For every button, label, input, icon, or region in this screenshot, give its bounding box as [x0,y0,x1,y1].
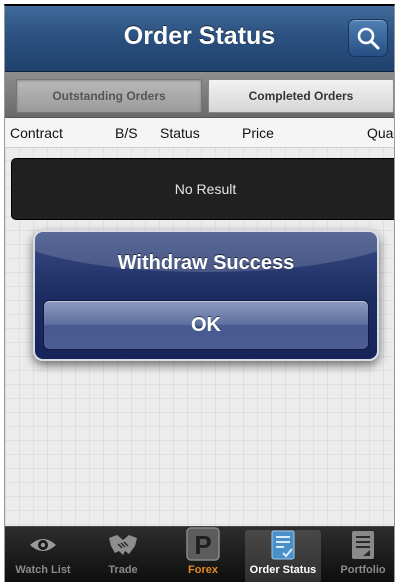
svg-text:P: P [194,530,211,560]
eye-icon [30,539,56,551]
tabbar-label: Portfolio [340,564,386,576]
app-screen: Order Status Outstanding Orders Complete… [4,4,395,582]
navigation-bar: Order Status [5,6,394,72]
alert-title: Withdraw Success [117,252,295,274]
alert-dialog: Withdraw Success OK [33,230,379,361]
column-header-row: Contract B/S Status Price Quar [5,118,394,148]
column-header-bs: B/S [115,125,138,141]
column-header-status: Status [160,125,200,141]
tab-outstanding-orders[interactable]: Outstanding Orders [16,79,202,113]
tabbar-label: Forex [188,564,218,576]
tabbar-item-forex[interactable]: P Forex [165,527,241,582]
order-segment-control: Outstanding Orders Completed Orders [5,72,394,118]
forex-p-icon: P [186,527,220,561]
handshake-icon [109,535,137,555]
column-header-quantity: Quar [367,125,394,141]
tabbar-label: Watch List [15,564,71,576]
tabbar-label: Trade [108,564,138,576]
column-header-contract: Contract [10,125,63,141]
tabbar-item-watch-list[interactable]: Watch List [5,530,81,582]
tabbar-label: Order Status [249,564,317,576]
search-button[interactable] [348,19,388,57]
page-title: Order Status [123,22,276,50]
ok-button[interactable]: OK [43,300,369,350]
search-icon [357,27,380,50]
tabbar-item-trade[interactable]: Trade [85,530,161,582]
empty-result-panel: No Result [11,158,394,220]
order-list-icon [271,530,295,560]
tab-completed-orders[interactable]: Completed Orders [208,79,394,113]
tabbar-item-order-status[interactable]: Order Status [245,530,321,582]
portfolio-doc-icon [352,531,374,559]
column-header-price: Price [242,125,274,141]
bottom-tab-bar: Watch List Trade P Forex Order Status Po… [5,526,394,582]
tabbar-item-portfolio[interactable]: Portfolio [325,530,394,582]
